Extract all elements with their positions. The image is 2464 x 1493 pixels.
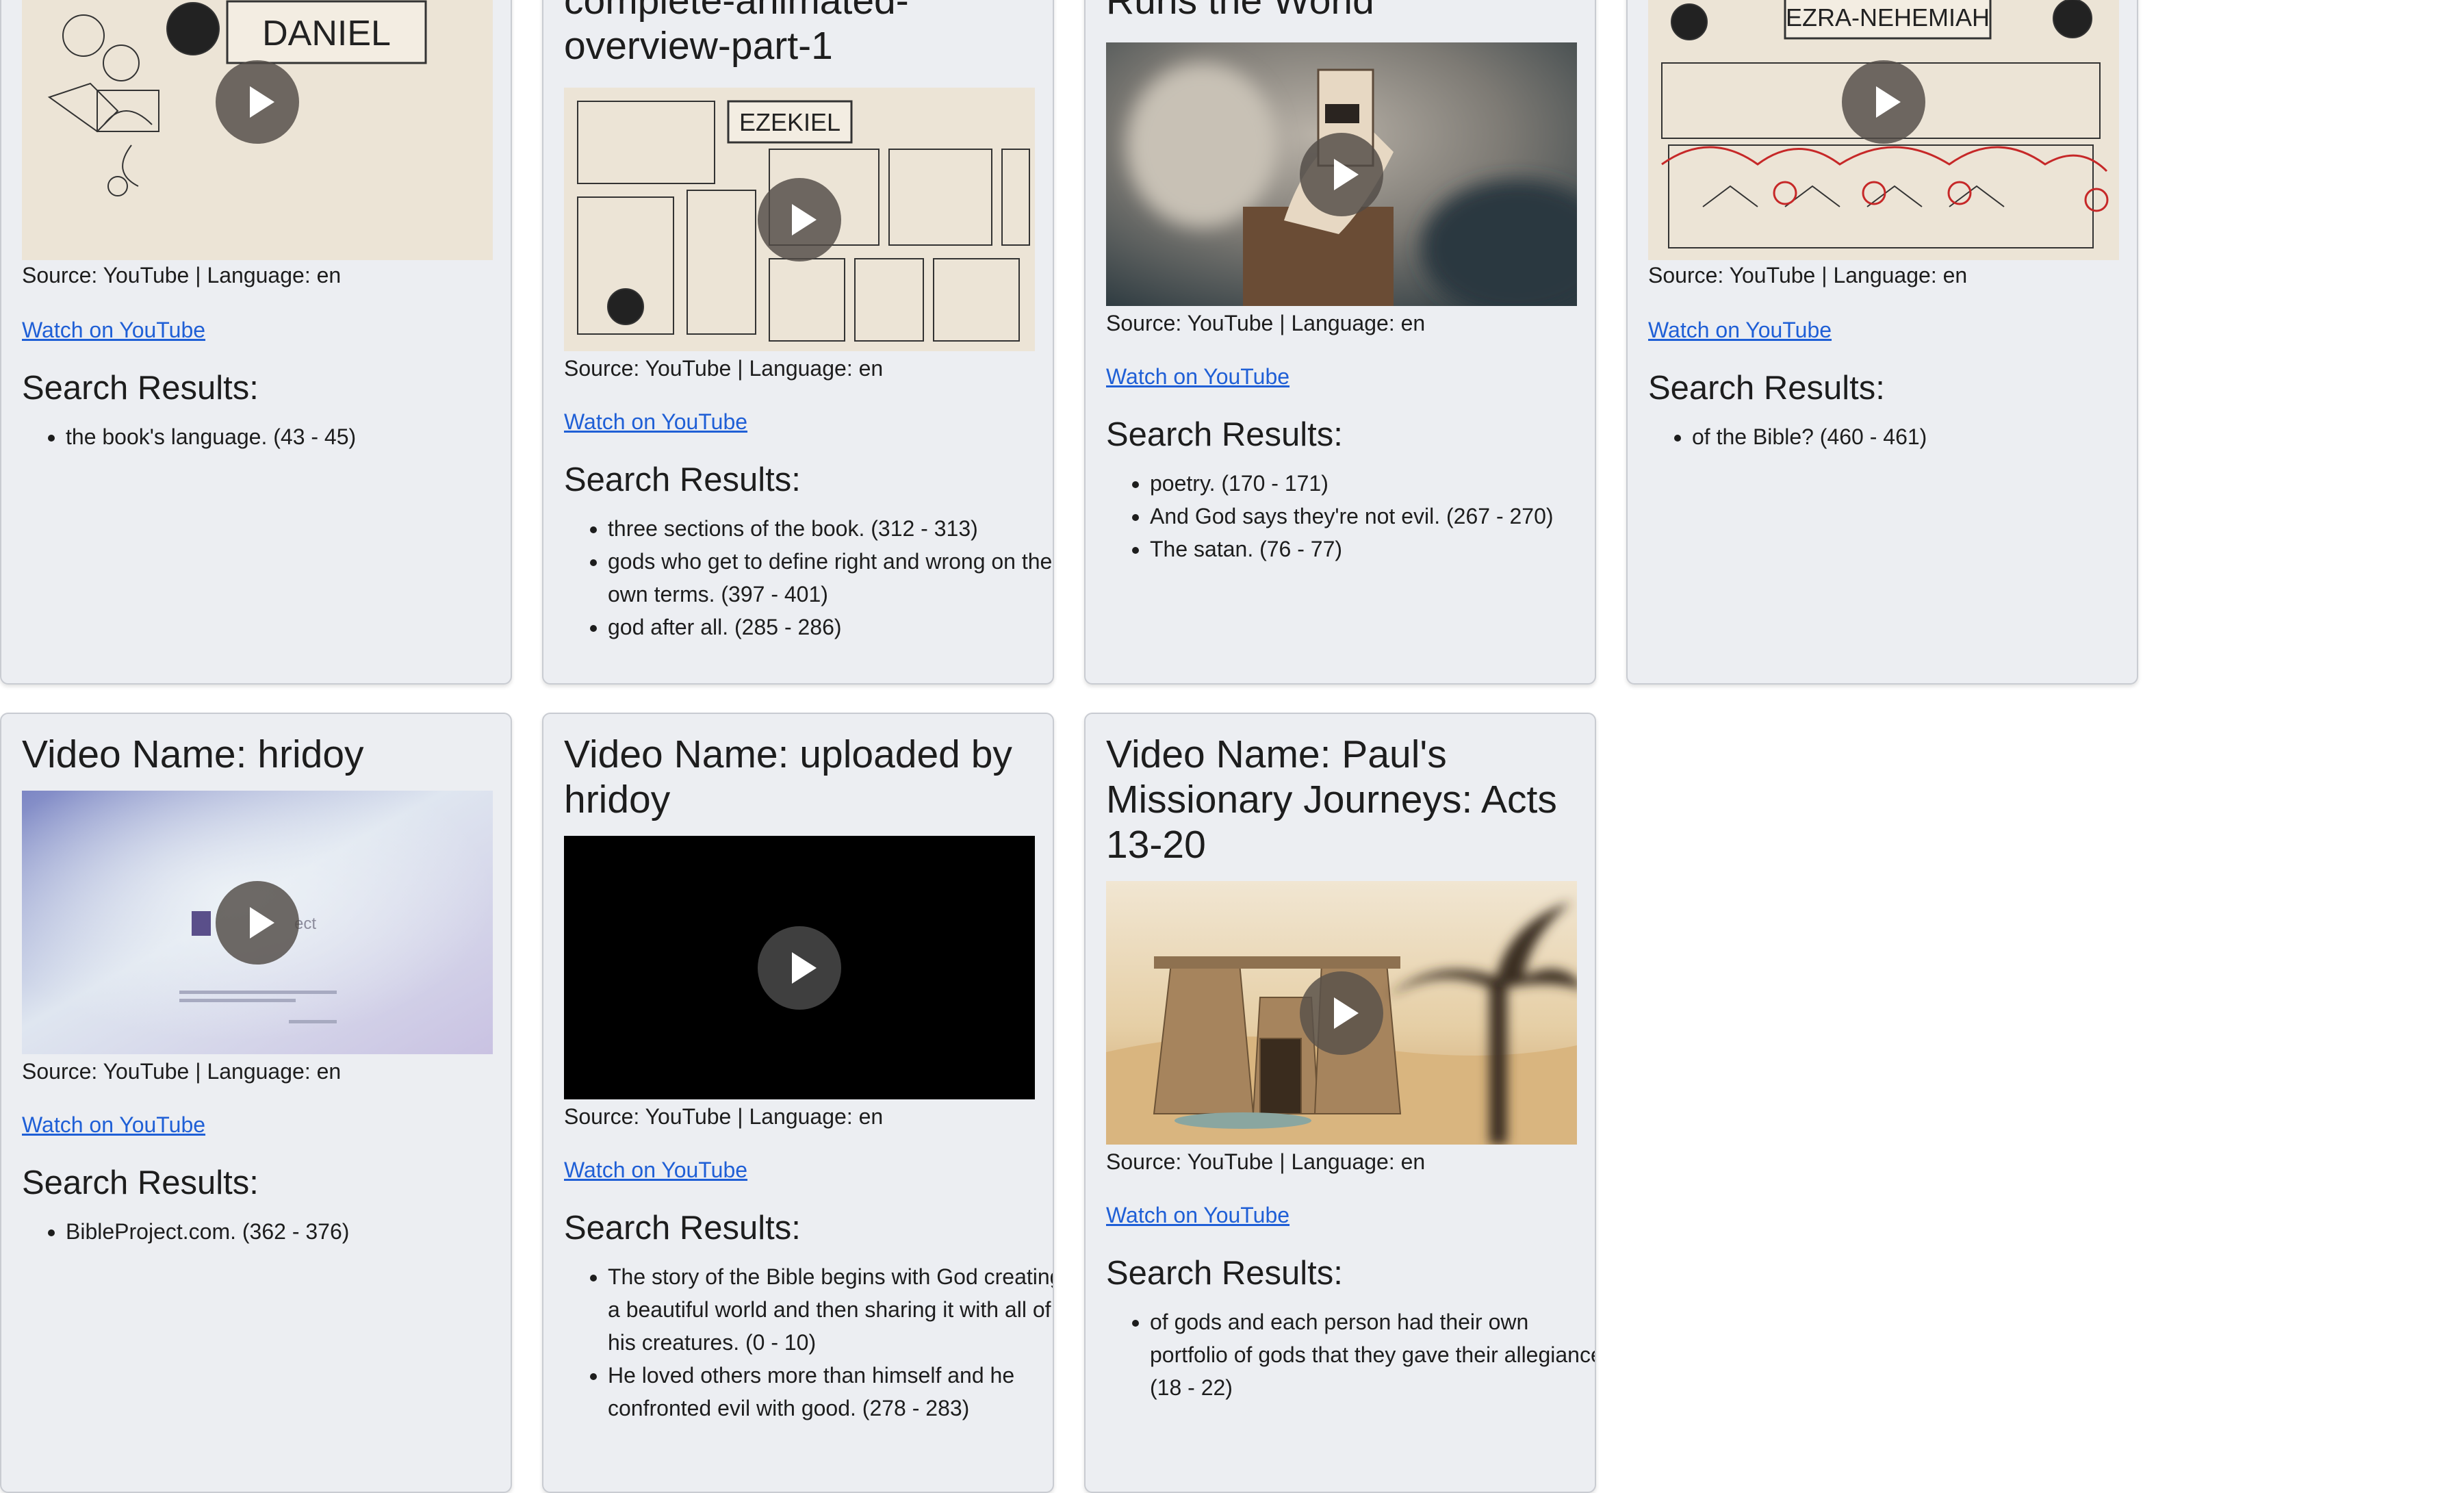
search-result-item[interactable]: of gods and each person had their own po… — [1150, 1305, 1595, 1404]
search-result-item[interactable]: poetry. (170 - 171) — [1150, 467, 1595, 500]
play-icon — [1876, 86, 1901, 118]
search-results-heading: Search Results: — [22, 1164, 259, 1201]
play-button[interactable] — [216, 60, 299, 144]
thumbnail-caption: EZRA-NEHEMIAH — [1786, 3, 1990, 31]
watch-on-youtube-link[interactable]: Watch on YouTube — [1648, 316, 1832, 344]
video-thumbnail[interactable]: DANIEL — [22, 0, 493, 260]
thumbnail-caption: EZEKIEL — [739, 108, 840, 136]
search-result-item[interactable]: He loved others more than himself and he… — [608, 1359, 1053, 1425]
video-card: Video Name: Paul's Missionary Journeys: … — [1084, 713, 1596, 1493]
video-title: Runs the World — [1106, 0, 1374, 23]
play-button[interactable] — [1300, 971, 1383, 1055]
search-results-list: BibleProject.com. (362 - 376) — [22, 1215, 511, 1248]
play-icon — [792, 952, 817, 984]
play-icon — [792, 203, 817, 235]
video-card: Video Name: hridoy ect Source: YouTube |… — [0, 713, 512, 1493]
video-meta: Source: YouTube | Language: en — [22, 1059, 342, 1084]
search-result-item[interactable]: BibleProject.com. (362 - 376) — [66, 1215, 511, 1248]
search-result-item[interactable]: And God says they're not evil. (267 - 27… — [1150, 500, 1595, 533]
video-title: Video Name: uploaded by hridoy — [564, 732, 1012, 821]
play-button[interactable] — [1300, 132, 1383, 216]
search-results-heading: Search Results: — [1106, 1255, 1343, 1292]
video-meta: Source: YouTube | Language: en — [22, 263, 342, 288]
thumbnail-caption: DANIEL — [262, 14, 391, 53]
video-card: Runs the World Source: YouTube | Languag… — [1084, 0, 1596, 685]
watch-on-youtube-link[interactable]: Watch on YouTube — [1106, 363, 1289, 390]
video-card: EZRA-NEHEMIAH Source: YouTube | Language… — [1626, 0, 2138, 685]
play-icon — [250, 906, 274, 939]
play-icon — [1334, 158, 1359, 190]
watch-on-youtube-link[interactable]: Watch on YouTube — [22, 1111, 205, 1138]
video-card: DANIEL Source: YouTube | Language: en Wa… — [0, 0, 512, 685]
search-result-item[interactable]: The story of the Bible begins with God c… — [608, 1260, 1053, 1359]
video-thumbnail[interactable]: EZEKIEL — [564, 88, 1035, 351]
watch-on-youtube-link[interactable]: Watch on YouTube — [22, 316, 205, 344]
search-results-heading: Search Results: — [22, 370, 259, 407]
play-button[interactable] — [758, 926, 841, 1010]
watch-on-youtube-link[interactable]: Watch on YouTube — [564, 1156, 747, 1184]
search-result-item[interactable]: the book's language. (43 - 45) — [66, 420, 511, 453]
video-thumbnail[interactable] — [564, 836, 1035, 1099]
search-results-list: the book's language. (43 - 45) — [22, 420, 511, 453]
play-button[interactable] — [216, 880, 299, 965]
video-thumbnail[interactable]: ect — [22, 791, 493, 1054]
search-results-heading: Search Results: — [1648, 370, 1885, 407]
video-thumbnail[interactable] — [1106, 42, 1577, 306]
search-results-heading: Search Results: — [564, 461, 801, 498]
video-title: Video Name: hridoy — [22, 732, 364, 776]
video-meta: Source: YouTube | Language: en — [1106, 311, 1426, 335]
watch-on-youtube-link[interactable]: Watch on YouTube — [1106, 1201, 1289, 1229]
search-results-list: three sections of the book. (312 - 313) … — [564, 512, 1053, 643]
search-results-heading: Search Results: — [1106, 416, 1343, 453]
search-results-list: poetry. (170 - 171) And God says they're… — [1106, 467, 1595, 565]
video-title: complete-animated-overview-part-1 — [564, 0, 909, 68]
search-result-item[interactable]: The satan. (76 - 77) — [1150, 533, 1595, 565]
play-icon — [250, 86, 274, 118]
watch-on-youtube-link[interactable]: Watch on YouTube — [564, 408, 747, 435]
video-meta: Source: YouTube | Language: en — [1106, 1149, 1426, 1174]
play-button[interactable] — [1842, 60, 1925, 144]
search-result-item[interactable]: three sections of the book. (312 - 313) — [608, 512, 1053, 545]
video-meta: Source: YouTube | Language: en — [564, 356, 884, 381]
search-results-heading: Search Results: — [564, 1210, 801, 1247]
search-result-item[interactable]: god after all. (285 - 286) — [608, 611, 1053, 643]
video-meta: Source: YouTube | Language: en — [564, 1104, 884, 1129]
video-meta: Source: YouTube | Language: en — [1648, 263, 1968, 288]
video-title: Video Name: Paul's Missionary Journeys: … — [1106, 732, 1557, 867]
search-results-list: of gods and each person had their own po… — [1106, 1305, 1595, 1404]
video-thumbnail[interactable] — [1106, 881, 1577, 1145]
video-card: complete-animated-overview-part-1 EZEKIE… — [542, 0, 1054, 685]
play-icon — [1334, 997, 1359, 1029]
search-results-list: of the Bible? (460 - 461) — [1648, 420, 2137, 453]
search-result-item[interactable]: of the Bible? (460 - 461) — [1692, 420, 2137, 453]
video-card: Video Name: uploaded by hridoy Source: Y… — [542, 713, 1054, 1493]
video-thumbnail[interactable]: EZRA-NEHEMIAH — [1648, 0, 2119, 260]
search-result-item[interactable]: gods who get to define right and wrong o… — [608, 545, 1053, 611]
play-button[interactable] — [758, 177, 841, 261]
search-results-list: The story of the Bible begins with God c… — [564, 1260, 1053, 1425]
